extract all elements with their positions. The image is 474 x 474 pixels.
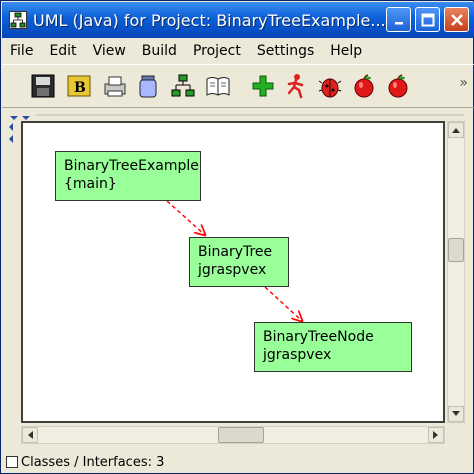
menu-help[interactable]: Help (322, 43, 370, 59)
bytecode-icon: B (67, 75, 91, 97)
splitter-arrows[interactable] (5, 119, 17, 159)
toolbar-grip[interactable] (2, 108, 474, 120)
status-checkbox-icon (6, 456, 18, 468)
toolbar: B » (2, 64, 474, 108)
dependency-arrow-2 (264, 286, 302, 321)
class-node-binarytreenode[interactable]: BinaryTreeNode jgraspvex (254, 322, 412, 372)
maximize-icon (421, 13, 434, 26)
class-node-binarytreeexample[interactable]: BinaryTreeExample {main} (55, 151, 201, 201)
run-button[interactable] (281, 70, 311, 102)
print-icon (104, 76, 126, 97)
menu-build[interactable]: Build (134, 43, 185, 59)
menu-file[interactable]: File (2, 43, 41, 59)
menu-view[interactable]: View (85, 43, 134, 59)
uml-canvas[interactable]: BinaryTreeExample {main} BinaryTree jgra… (21, 121, 445, 423)
debug-icon (318, 78, 342, 98)
class-detail: jgraspvex (263, 347, 332, 363)
debug-button[interactable] (315, 70, 345, 102)
add-icon (252, 75, 274, 97)
minimize-icon (394, 21, 403, 24)
add-button[interactable] (248, 70, 278, 102)
class-name: BinaryTreeNode (263, 329, 374, 345)
menu-settings[interactable]: Settings (249, 43, 322, 59)
apple-button-2[interactable] (383, 70, 413, 102)
window-title: UML (Java) for Project: BinaryTreeExampl… (33, 10, 386, 30)
hierarchy-button[interactable] (168, 70, 198, 102)
close-button[interactable] (444, 7, 469, 32)
class-detail: jgraspvex (198, 262, 267, 278)
minimize-button[interactable] (386, 7, 411, 32)
menu-project[interactable]: Project (185, 43, 249, 59)
scroll-right-button[interactable] (428, 427, 444, 443)
class-node-binarytree[interactable]: BinaryTree jgraspvex (189, 237, 289, 287)
bytecode-button[interactable]: B (64, 70, 94, 102)
save-icon (31, 74, 55, 98)
apple-icon (354, 74, 374, 98)
maximize-button[interactable] (415, 7, 440, 32)
arrow-up-icon (452, 128, 460, 133)
jar-icon (139, 75, 157, 98)
book-icon (206, 77, 230, 96)
status-text: Classes / Interfaces: 3 (21, 454, 165, 470)
horizontal-scrollbar[interactable] (21, 426, 445, 444)
scroll-down-button[interactable] (448, 406, 464, 422)
dependency-arrow-1 (166, 200, 205, 235)
class-name: BinaryTreeExample (64, 158, 199, 174)
menu-edit[interactable]: Edit (41, 43, 84, 59)
class-name: BinaryTree (198, 244, 273, 260)
splitter-arrows-icon (9, 123, 13, 143)
menu-bar: File Edit View Build Project Settings He… (2, 38, 474, 64)
arrow-left-icon (28, 431, 33, 439)
save-button[interactable] (28, 70, 58, 102)
jar-button[interactable] (133, 70, 163, 102)
arrow-right-icon (433, 431, 438, 439)
hierarchy-icon (171, 74, 195, 97)
scroll-left-button[interactable] (22, 427, 38, 443)
svg-text:B: B (74, 80, 86, 96)
toolbar-overflow-icon[interactable]: » (459, 75, 468, 91)
arrow-down-icon (452, 411, 460, 416)
close-icon (450, 13, 463, 26)
apple-icon-2 (388, 74, 408, 98)
uml-window: UML (Java) for Project: BinaryTreeExampl… (0, 0, 474, 474)
title-bar[interactable]: UML (Java) for Project: BinaryTreeExampl… (2, 2, 474, 38)
scroll-up-button[interactable] (448, 122, 464, 138)
vertical-scroll-thumb[interactable] (448, 238, 464, 262)
run-icon (287, 74, 304, 99)
status-bar: Classes / Interfaces: 3 (2, 451, 474, 473)
horizontal-scroll-thumb[interactable] (218, 427, 264, 443)
vertical-scrollbar[interactable] (447, 121, 465, 423)
book-button[interactable] (203, 70, 233, 102)
uml-diagram-icon (9, 11, 27, 29)
class-detail: {main} (64, 176, 117, 192)
apple-button[interactable] (349, 70, 379, 102)
print-button[interactable] (100, 70, 130, 102)
